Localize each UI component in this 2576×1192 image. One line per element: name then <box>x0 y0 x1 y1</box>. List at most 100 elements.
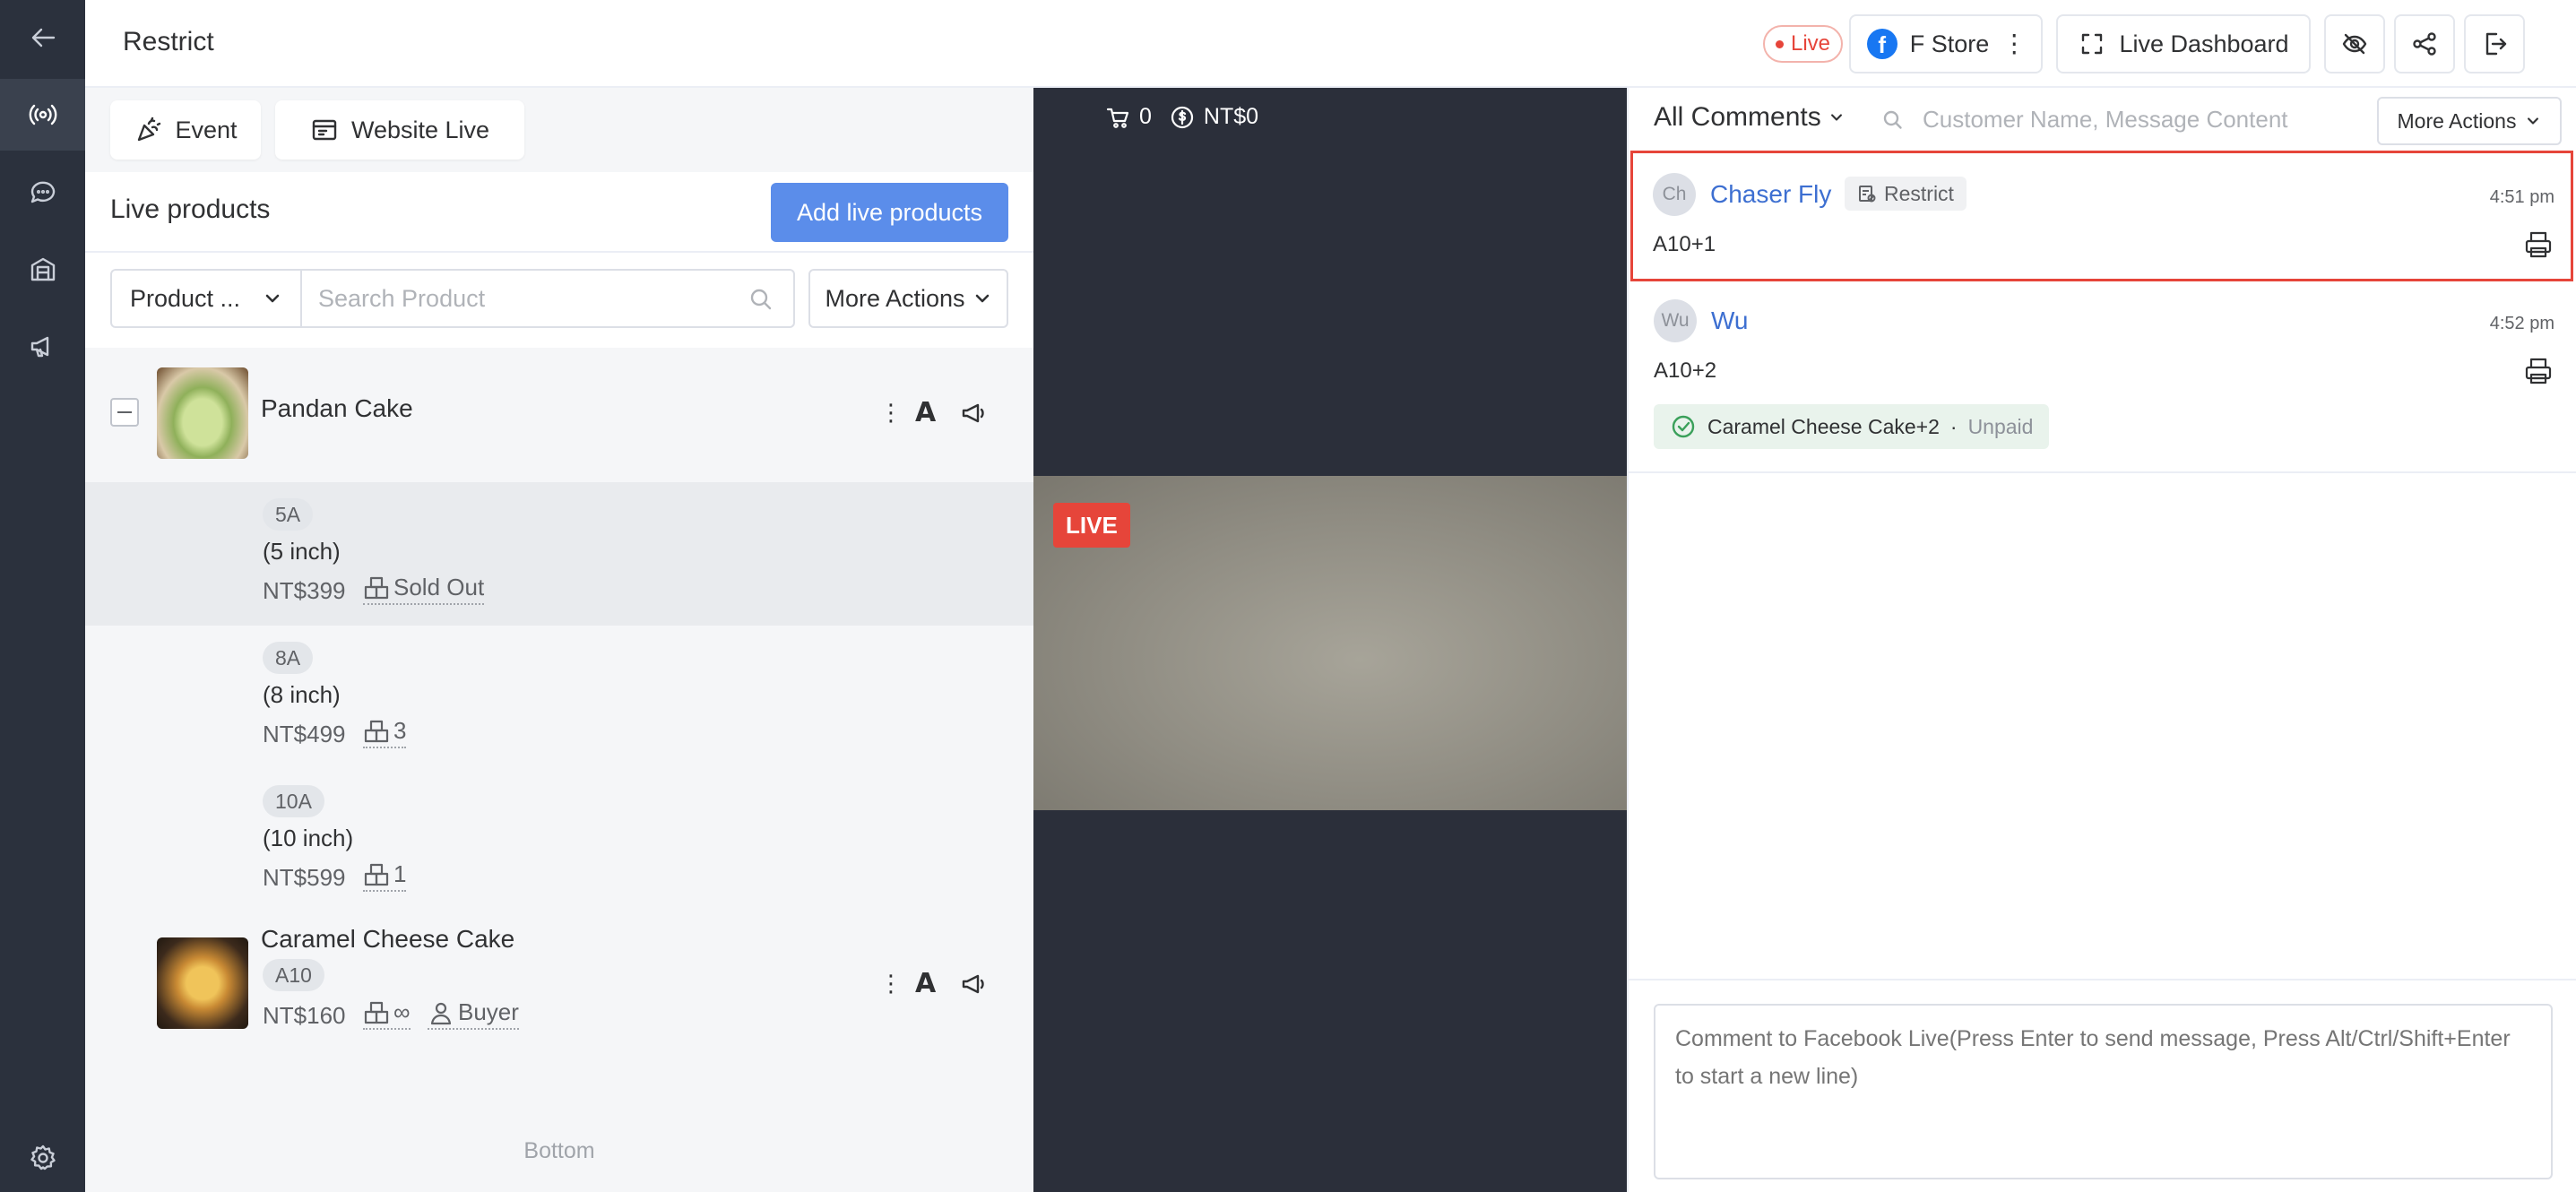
product-stock[interactable]: ∞ <box>363 998 411 1030</box>
variant-tag: 5A <box>263 498 314 531</box>
list-bottom-label: Bottom <box>523 1138 595 1163</box>
event-tab[interactable]: Event <box>110 100 261 160</box>
product-thumbnail <box>157 367 248 459</box>
product-list: Pandan Cake ⋮ A 5A (5 inch) NT$399 Sold … <box>85 348 1033 1192</box>
variant-size: (8 inch) <box>263 681 341 708</box>
party-popper-icon <box>138 117 161 142</box>
video-frame[interactable]: LIVE <box>1033 476 1627 810</box>
nav-messages[interactable] <box>0 156 85 228</box>
printer-icon <box>2525 358 2552 384</box>
product-filter-select[interactable]: Product ... <box>110 269 302 328</box>
chevron-down-icon <box>265 294 280 303</box>
variant-price: NT$399 <box>263 577 346 604</box>
font-a-icon[interactable]: A <box>915 968 936 999</box>
order-separator: · <box>1949 414 1958 438</box>
avatar: Ch <box>1653 173 1696 216</box>
user-icon <box>430 1002 452 1024</box>
event-tab-label: Event <box>175 116 238 143</box>
exit-button[interactable] <box>2464 14 2525 73</box>
comment-message: A10+2 <box>1654 358 1717 383</box>
variant-stock[interactable]: 3 <box>363 717 407 748</box>
add-live-products-button[interactable]: Add live products <box>771 183 1008 242</box>
nav-settings[interactable] <box>0 1122 85 1192</box>
boxes-icon <box>364 720 389 742</box>
comments-more-actions-label: More Actions <box>2397 108 2517 133</box>
compose-area <box>1629 979 2576 1192</box>
share-icon <box>2413 32 2436 56</box>
variant-tag: 10A <box>263 785 324 817</box>
buyer-limit[interactable]: Buyer <box>428 998 519 1030</box>
fullscreen-icon <box>2082 33 2103 55</box>
arrow-left-icon <box>31 28 55 48</box>
comments-toolbar: All Comments Customer Name, Message Cont… <box>1629 88 2576 149</box>
nav-live-broadcast[interactable] <box>0 79 85 151</box>
product-stock-value: ∞ <box>393 998 411 1025</box>
comments-search-input[interactable]: Customer Name, Message Content <box>1881 106 2288 134</box>
boxes-icon <box>30 257 55 281</box>
comment-time: 4:52 pm <box>2489 314 2554 333</box>
comment-item-selected[interactable]: Ch Chaser Fly Restrict 4:51 pm A10+1 <box>1630 151 2573 281</box>
product-actions: ⋮ A <box>879 397 988 428</box>
megaphone-icon[interactable] <box>959 399 988 428</box>
megaphone-icon[interactable] <box>959 970 988 998</box>
variant-stock[interactable]: 1 <box>363 860 407 892</box>
print-button[interactable] <box>2522 229 2554 261</box>
order-tag[interactable]: Caramel Cheese Cake+2 · Unpaid <box>1654 404 2050 449</box>
variant-size: (5 inch) <box>263 538 341 565</box>
collapse-toggle[interactable] <box>110 398 139 427</box>
product-name: Caramel Cheese Cake <box>261 925 515 953</box>
product-name: Pandan Cake <box>261 394 413 422</box>
variant-stock[interactable]: Sold Out <box>363 574 485 605</box>
back-button[interactable] <box>0 2 85 73</box>
more-vertical-icon[interactable]: ⋮ <box>879 970 903 998</box>
product-thumbnail <box>157 937 248 1029</box>
website-live-tab-label: Website Live <box>350 116 490 143</box>
restrict-icon <box>1859 186 1876 203</box>
avatar: Wu <box>1654 299 1697 342</box>
variant-row[interactable]: 8A (8 inch) NT$499 3 <box>85 626 1033 769</box>
comments-search-placeholder: Customer Name, Message Content <box>1923 106 2288 133</box>
commenter-name[interactable]: Chaser Fly <box>1710 180 1831 209</box>
cart-icon <box>1106 108 1129 128</box>
variant-row[interactable]: 5A (5 inch) NT$399 Sold Out <box>85 482 1033 626</box>
product-row-caramel-cheese-cake[interactable]: Caramel Cheese Cake A10 NT$160 ∞ Buyer ⋮… <box>85 921 1033 1074</box>
browser-icon <box>312 119 337 141</box>
facebook-icon: f <box>1866 29 1897 59</box>
chevron-down-icon <box>1830 114 1842 121</box>
live-video-panel: 0 NT$0 LIVE <box>1033 88 1627 1192</box>
nav-marketing[interactable] <box>0 310 85 382</box>
megaphone-icon <box>30 336 48 358</box>
comments-panel: All Comments Customer Name, Message Cont… <box>1627 88 2576 1192</box>
commenter-name[interactable]: Wu <box>1711 307 1749 335</box>
comments-filter-dropdown[interactable]: All Comments <box>1654 102 1845 133</box>
nav-inventory[interactable] <box>0 233 85 305</box>
page-title: Restrict <box>123 27 214 56</box>
more-vertical-icon[interactable]: ⋮ <box>879 399 903 427</box>
product-row-pandan-cake[interactable]: Pandan Cake ⋮ A <box>85 348 1033 482</box>
broadcast-icon <box>29 104 56 125</box>
share-button[interactable] <box>2394 14 2455 73</box>
exit-icon <box>2485 32 2507 56</box>
variant-stock-value: 3 <box>393 717 407 744</box>
website-live-tab[interactable]: Website Live <box>275 100 524 160</box>
font-a-icon[interactable]: A <box>915 397 936 428</box>
hide-button[interactable] <box>2324 14 2385 73</box>
search-icon <box>750 289 772 310</box>
print-button[interactable] <box>2522 355 2554 387</box>
live-status-badge: Live <box>1763 25 1844 63</box>
nav-rail <box>0 0 85 1192</box>
comments-more-actions[interactable]: More Actions <box>2377 97 2562 145</box>
variant-row[interactable]: 10A (10 inch) NT$599 1 <box>85 769 1033 912</box>
more-actions-dropdown[interactable]: More Actions <box>808 269 1008 328</box>
store-name: F Store <box>1909 30 1990 57</box>
chevron-down-icon <box>975 294 989 303</box>
live-products-header: Live products Add live products <box>85 172 1033 253</box>
variant-tag: 8A <box>263 642 314 674</box>
live-dot-icon <box>1776 39 1784 48</box>
cart-count: 0 <box>1139 104 1152 129</box>
order-product: Caramel Cheese Cake+2 <box>1707 414 1940 438</box>
live-dashboard-button[interactable]: Live Dashboard <box>2056 14 2311 73</box>
product-search-input[interactable]: Search Product <box>300 269 795 328</box>
store-selector-button[interactable]: f F Store ⋮ <box>1849 14 2043 73</box>
comment-compose-input[interactable] <box>1654 1004 2553 1179</box>
